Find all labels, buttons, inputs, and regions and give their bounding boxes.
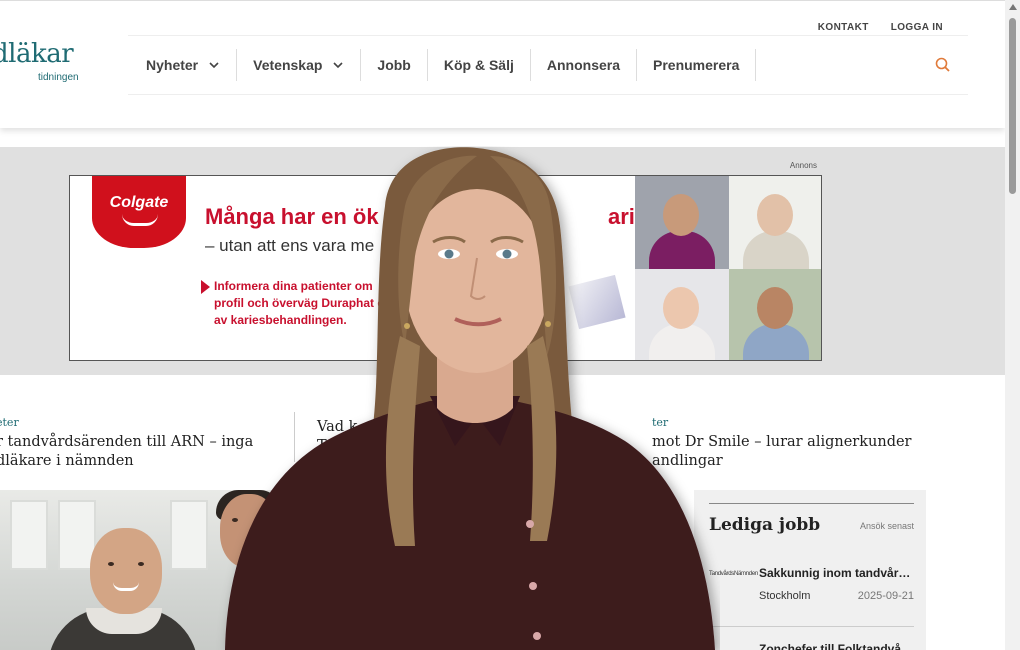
photo-face [663, 194, 699, 236]
brand-text: Colgate [109, 194, 169, 211]
jobs-panel: Lediga jobb Ansök senast TandvårdsNämnde… [694, 490, 926, 650]
ad-photo-woman-bag [729, 176, 821, 269]
scroll-up-icon[interactable] [1009, 4, 1017, 10]
ad-label: Annons [789, 161, 817, 170]
article-category: eter [0, 416, 19, 429]
nav-item-label: Prenumerera [653, 57, 740, 73]
ad-body-text: Informera dina patienter om profil och ö… [214, 279, 395, 327]
site-header: dläkar tidningen KONTAKT LOGGA IN Nyhete… [0, 0, 1005, 128]
ad-photo-blonde-woman [635, 269, 729, 360]
employer-logo: TandvårdsNämnden [709, 571, 758, 577]
divider [709, 503, 914, 504]
nav-item-label: Nyheter [146, 57, 199, 73]
job-title: Sakkunnig inom tandvård ... [759, 566, 914, 580]
article-title: r tandvårdsärenden till ARN – inga dläka… [0, 434, 254, 469]
advertisement-band: Annons Colgate Många har en ök aries – u… [0, 147, 1005, 375]
ad-subline: – utan att ens vara me [205, 236, 375, 255]
job-location: Stockholm [759, 590, 811, 602]
nav-item-annonsera[interactable]: Annonsera [531, 49, 637, 81]
eye [108, 562, 114, 566]
job-deadline: 2025-09-21 [857, 590, 914, 602]
nav-item-prenumerera[interactable]: Prenumerera [637, 49, 757, 81]
vertical-scrollbar[interactable] [1005, 0, 1020, 650]
nav-item-nyheter[interactable]: Nyheter [128, 49, 238, 81]
ad-photo-man-smiling [729, 269, 821, 360]
colgate-logo: Colgate [92, 176, 186, 248]
site-logo[interactable]: dläkar tidningen [0, 39, 102, 89]
scroll-thumb[interactable] [1009, 18, 1016, 194]
divider [709, 626, 914, 627]
photo-face [757, 287, 793, 329]
article-teaser-1[interactable]: eter r tandvårdsärenden till ARN – inga … [0, 416, 256, 471]
background-window [170, 500, 208, 570]
logo-sub-text: tidningen [38, 72, 79, 83]
chevron-down-icon [208, 59, 220, 71]
nav-item-vetenskap[interactable]: Vetenskap [237, 49, 362, 81]
job-listing[interactable]: Zonchefer till Folktandvå... [709, 642, 914, 650]
nav-item-kop-salj[interactable]: Köp & Sälj [428, 49, 531, 81]
jobs-column-header: Ansök senast [859, 521, 914, 531]
ad-photo-woman-hijab [635, 176, 729, 269]
arrow-right-icon [201, 280, 210, 294]
photo-face [663, 287, 699, 329]
article-title: mot Dr Smile – lurar alignerkunder andli… [652, 434, 912, 469]
search-icon [935, 57, 950, 72]
person-head [220, 494, 278, 568]
contact-link[interactable]: KONTAKT [818, 22, 869, 33]
article-category: ter [652, 416, 669, 429]
login-link[interactable]: LOGGA IN [891, 22, 943, 33]
job-title: Zonchefer till Folktandvå... [759, 642, 912, 650]
photo-body [743, 324, 809, 360]
nav-item-label: Köp & Sälj [443, 57, 514, 73]
photo-body [649, 231, 715, 269]
article-teaser-3[interactable]: ter mot Dr Smile – lurar alignerkunder a… [652, 416, 912, 471]
article-teaser-2[interactable]: Vad k T [317, 418, 357, 456]
photo-face [757, 194, 793, 236]
eye [232, 518, 238, 522]
eye [256, 518, 262, 522]
chevron-down-icon [332, 59, 344, 71]
jobs-title[interactable]: Lediga jobb [709, 515, 820, 535]
person-head [90, 528, 162, 614]
photo-body [743, 231, 809, 269]
ad-photo-grid [635, 176, 821, 360]
search-button[interactable] [932, 54, 954, 76]
ad-headline-start: Många har en ök [205, 204, 379, 229]
eye [138, 562, 144, 566]
colgate-ad-banner[interactable]: Colgate Många har en ök aries – utan att… [69, 175, 822, 361]
logo-main-text: dläkar [0, 39, 74, 69]
ad-headline: Många har en ök [205, 204, 379, 230]
photo-body [649, 324, 715, 360]
nav-item-jobb[interactable]: Jobb [361, 49, 428, 81]
divider [294, 412, 295, 462]
nav-item-label: Annonsera [546, 57, 620, 73]
top-links: KONTAKT LOGGA IN [818, 22, 943, 33]
smile-icon [122, 214, 158, 226]
nav-item-label: Jobb [377, 57, 411, 73]
duraphat-product-image [568, 274, 626, 330]
nav-item-label: Vetenskap [253, 57, 323, 73]
article-title: Vad k T [317, 419, 358, 454]
main-nav: Nyheter Vetenskap Jobb Köp & Sälj Annons… [128, 35, 968, 95]
job-listing[interactable]: TandvårdsNämnden Sakkunnig inom tandvård… [709, 566, 914, 606]
background-window [10, 500, 48, 570]
article-photo-men[interactable] [0, 490, 290, 650]
